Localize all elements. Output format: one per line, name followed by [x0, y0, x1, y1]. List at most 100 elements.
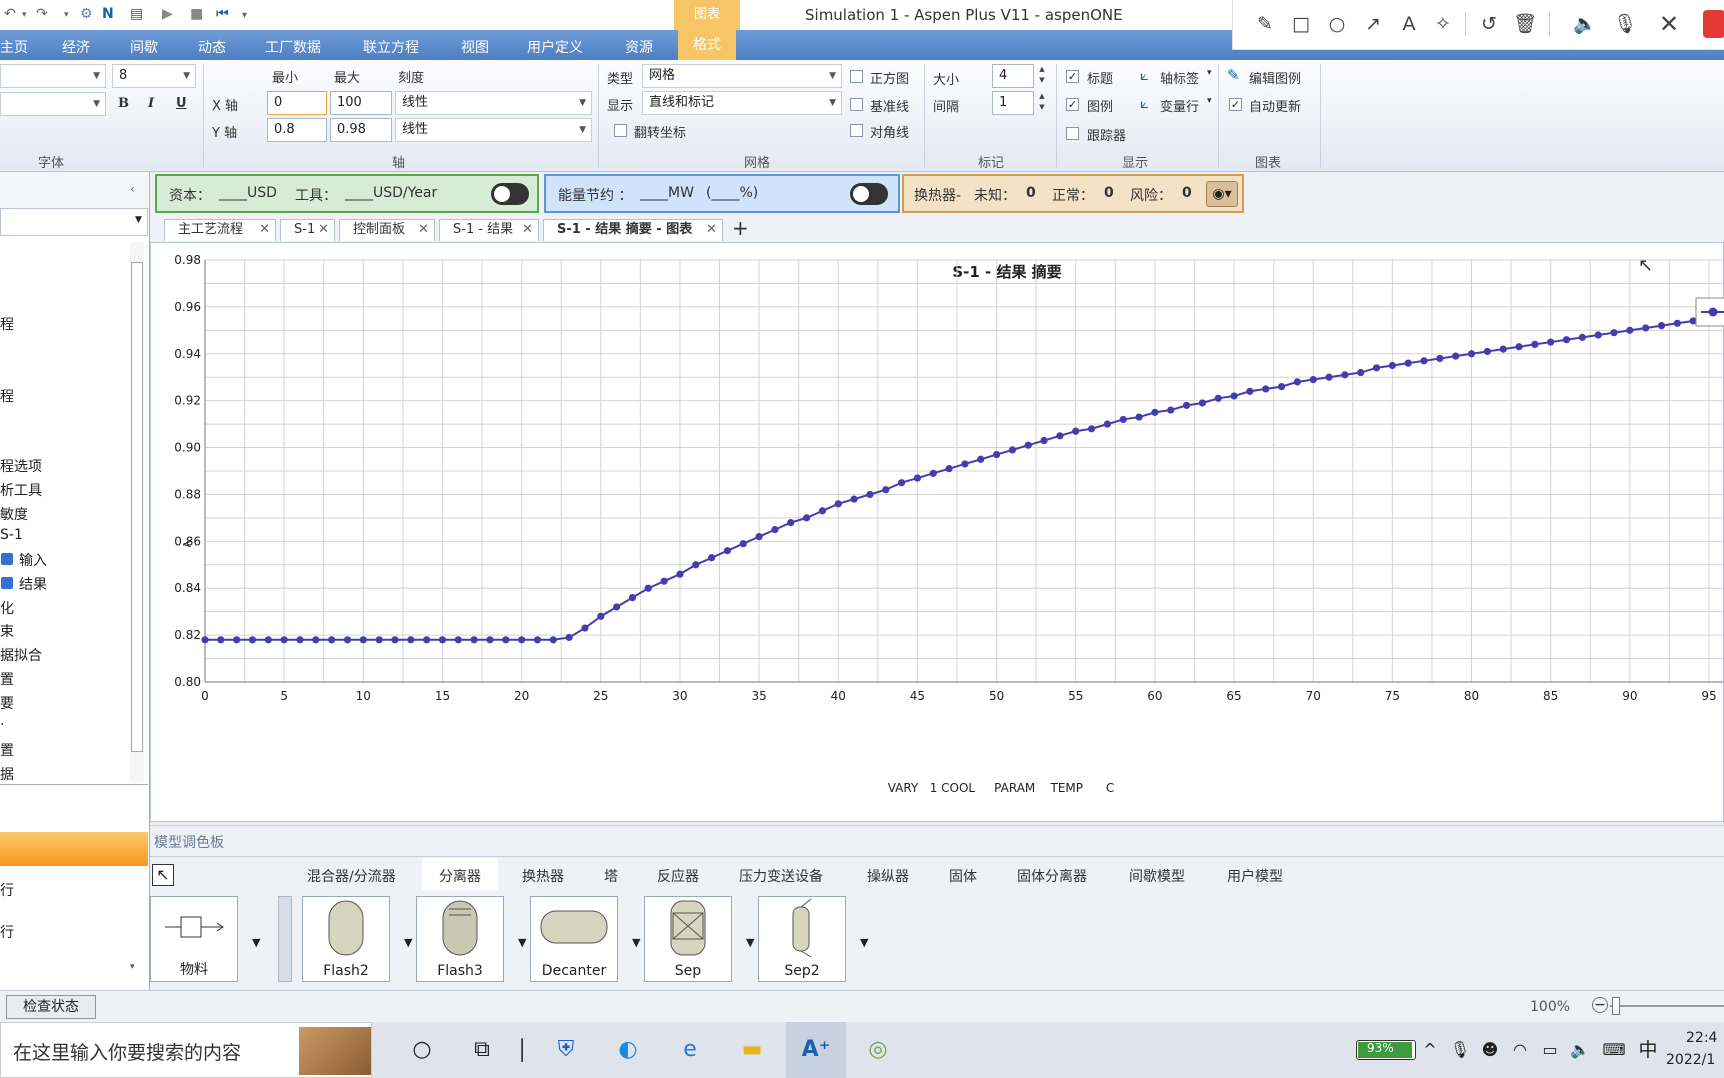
palette-item-flash2[interactable]: Flash2 — [302, 896, 390, 982]
nav-item[interactable]: 敏度 — [0, 504, 28, 524]
collapse-nav-icon[interactable]: ‹ — [130, 182, 135, 196]
close-icon[interactable]: ✕ — [1657, 12, 1681, 36]
nav-item[interactable]: 要 — [0, 693, 14, 713]
hx-options-button[interactable]: ◉▾ — [1206, 181, 1238, 207]
palette-tab-mixers[interactable]: 混合器/分流器 — [307, 866, 396, 886]
nav-item[interactable]: S-1 — [0, 527, 23, 543]
marker-size-input[interactable]: 4 — [992, 64, 1034, 88]
nav-item[interactable]: 据 — [0, 764, 14, 784]
palette-item-stream[interactable]: 物料 — [150, 896, 238, 982]
nav-item[interactable]: 析工具 — [0, 480, 42, 500]
text-icon[interactable]: A — [1397, 12, 1421, 36]
chart-panel[interactable]: S-1 - 结果 摘要 < VARY 1 COOL PARAM TEMP C 0… — [150, 242, 1724, 822]
tab-view[interactable]: 视图 — [461, 37, 489, 57]
italic-button[interactable]: I — [148, 96, 154, 111]
redo-dropdown-icon[interactable]: ▾ — [64, 10, 69, 20]
add-tab-icon[interactable]: + — [732, 216, 749, 240]
axis-label-button[interactable]: 轴标签 — [1160, 68, 1199, 87]
nav-item[interactable]: 程 — [0, 314, 14, 334]
save-icon[interactable]: ↶ — [4, 6, 16, 22]
diagonal-checkbox[interactable] — [850, 124, 863, 137]
doc-tab-summary-chart[interactable]: S-1 - 结果 摘要 - 图表 ✕ — [543, 219, 723, 241]
tab-dynamics[interactable]: 动态 — [198, 37, 226, 57]
cortana-icon[interactable]: ○ — [406, 1034, 438, 1066]
search-input[interactable]: 在这里输入你要搜索的内容 — [13, 1038, 241, 1065]
ime-indicator[interactable]: 中 — [1632, 1034, 1664, 1066]
palette-tab-reactors[interactable]: 反应器 — [657, 866, 699, 886]
x-max-input[interactable]: 100 — [330, 91, 392, 115]
palette-tab-solid-separators[interactable]: 固体分离器 — [1017, 866, 1087, 886]
record-indicator[interactable] — [1703, 10, 1724, 38]
check-status-button[interactable]: 检查状态 — [6, 995, 96, 1019]
qq-icon[interactable]: ☻ — [1474, 1034, 1506, 1066]
palette-tab-columns[interactable]: 塔 — [604, 866, 618, 886]
chevron-down-icon[interactable]: ▼ — [632, 936, 640, 949]
y-min-input[interactable]: 0.8 — [267, 118, 327, 142]
chart[interactable]: S-1 - 结果 摘要 < VARY 1 COOL PARAM TEMP C 0… — [151, 243, 1724, 821]
arrow-icon[interactable]: ↗ — [1361, 12, 1385, 36]
font-family-select[interactable]: ▼ — [0, 64, 106, 88]
keyboard-icon[interactable]: ⌨ — [1598, 1034, 1630, 1066]
palette-tab-batch[interactable]: 间歇模型 — [1129, 866, 1185, 886]
palette-tab-separators[interactable]: 分离器 — [439, 866, 481, 886]
nav-item[interactable]: 程选项 — [0, 456, 42, 476]
nav-item[interactable]: 据拟合 — [0, 645, 42, 665]
undo-icon[interactable]: ↺ — [1477, 12, 1501, 36]
tab-format[interactable]: 格式 — [678, 30, 736, 60]
nav-item[interactable]: 置 — [0, 740, 14, 760]
edge-icon[interactable]: ◐ — [612, 1034, 644, 1066]
x-scale-select[interactable]: 线性 ▼ — [395, 91, 592, 115]
flip-axes-checkbox[interactable] — [614, 124, 627, 137]
grid-type-select[interactable]: 网格 ▼ — [642, 64, 842, 88]
font-size-select[interactable]: 8 ▼ — [112, 64, 196, 88]
underline-button[interactable]: U — [176, 96, 187, 111]
nav-item[interactable]: · — [0, 717, 4, 733]
volume-icon[interactable]: 🔈 — [1564, 1034, 1596, 1066]
tracker-checkbox[interactable] — [1066, 127, 1079, 140]
chevron-down-icon[interactable]: ▼ — [746, 936, 754, 949]
nav-scroll-thumb[interactable] — [131, 262, 143, 752]
power-icon[interactable]: ▭ — [1534, 1034, 1566, 1066]
chevron-down-icon[interactable]: ▾ — [130, 962, 135, 972]
undo-dropdown-icon[interactable]: ▾ — [22, 10, 27, 20]
tab-batch[interactable]: 间歇 — [130, 37, 158, 57]
nav-bottom-item[interactable]: 行 — [0, 880, 14, 900]
square-plot-checkbox[interactable] — [850, 70, 863, 83]
variable-row-button[interactable]: 变量行 — [1160, 96, 1199, 115]
tab-resources[interactable]: 资源 — [625, 37, 653, 57]
auto-update-checkbox[interactable]: ✓ — [1229, 98, 1242, 111]
next-icon[interactable]: N — [102, 6, 114, 22]
palette-tab-exchangers[interactable]: 换热器 — [522, 866, 564, 886]
palette-scroll-left[interactable] — [278, 896, 292, 982]
pen-icon[interactable]: ✎ — [1253, 12, 1277, 36]
bold-button[interactable]: B — [118, 96, 129, 111]
chevron-down-icon[interactable]: ▼ — [518, 936, 526, 949]
palette-tab-pressure[interactable]: 压力变送设备 — [739, 866, 823, 886]
nav-selected-section[interactable] — [0, 832, 148, 866]
show-title-checkbox[interactable]: ✓ — [1066, 70, 1079, 83]
speaker-icon[interactable]: 🔈 — [1573, 12, 1597, 36]
chevron-down-icon[interactable]: ▾ — [1207, 96, 1212, 106]
nav-filter-select[interactable]: ▼ — [0, 208, 148, 236]
nav-item[interactable]: 束 — [0, 621, 14, 641]
run-icon[interactable]: ▶ — [162, 6, 173, 22]
palette-item-sep[interactable]: Sep — [644, 896, 732, 982]
zoom-slider-thumb[interactable] — [1612, 997, 1620, 1015]
tab-economics[interactable]: 经济 — [62, 37, 90, 57]
font-color-select[interactable]: ▼ — [0, 92, 106, 116]
tab-customize[interactable]: 用户定义 — [527, 37, 583, 57]
control-panel-icon[interactable]: ▤ — [130, 6, 143, 22]
task-view-icon[interactable]: ⧉ — [466, 1034, 498, 1066]
energy-toggle[interactable] — [850, 183, 888, 205]
nav-item-input[interactable]: 输入 — [19, 550, 47, 570]
run-settings-icon[interactable]: ⚙ — [80, 6, 93, 22]
chevron-down-icon[interactable]: ▼ — [860, 936, 868, 949]
microphone-icon[interactable]: 🎙 — [1444, 1034, 1476, 1066]
battery-icon[interactable]: 93% — [1356, 1040, 1416, 1060]
taskbar-search[interactable]: 在这里输入你要搜索的内容 — [0, 1022, 372, 1078]
clock-date[interactable]: 2022/1 — [1666, 1052, 1715, 1068]
palette-tab-solids[interactable]: 固体 — [949, 866, 977, 886]
marker-interval-spinner[interactable]: ▲ ▼ — [1034, 91, 1050, 115]
marker-size-spinner[interactable]: ▲ ▼ — [1034, 64, 1050, 88]
tab-home[interactable]: 主页 — [0, 37, 28, 57]
